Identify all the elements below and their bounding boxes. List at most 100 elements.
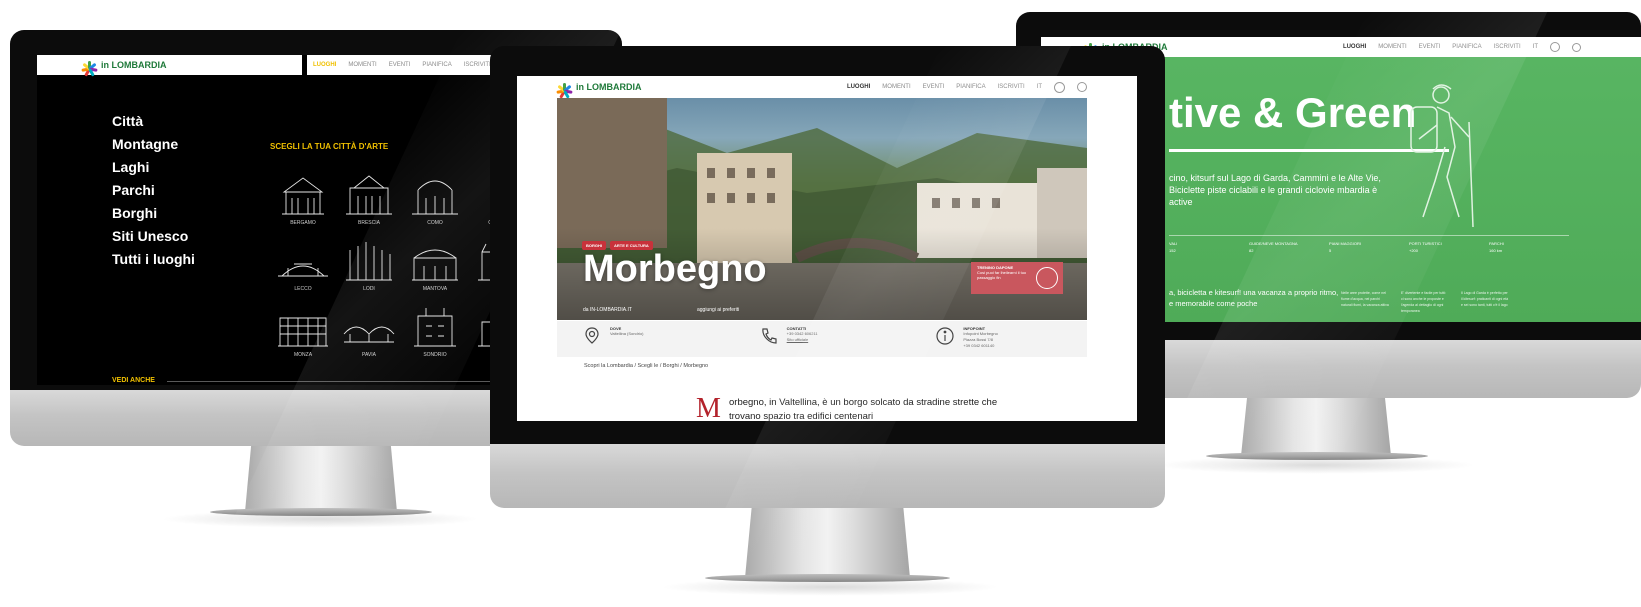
- site-logo[interactable]: in LOMBARDIA: [556, 81, 642, 99]
- city-label: SONDRIO: [423, 352, 447, 358]
- search-icon[interactable]: [1572, 42, 1581, 52]
- monument-icon: [282, 177, 324, 215]
- stat-value: +200: [1409, 248, 1419, 253]
- nav-luoghi[interactable]: LUOGHI: [847, 84, 870, 90]
- art-city-item[interactable]: MONZA: [270, 302, 336, 358]
- nav-pianifica[interactable]: PIANIFICA: [422, 62, 451, 68]
- art-city-item[interactable]: LECCO: [270, 236, 336, 292]
- art-city-item[interactable]: COMO: [402, 170, 468, 226]
- stat-label: VALI: [1169, 241, 1178, 246]
- nav-iscriviti[interactable]: ISCRIVITI: [998, 84, 1025, 90]
- text-column: Il Lago di Garda è perfetto per il kites…: [1461, 291, 1509, 307]
- nav-language[interactable]: IT: [1533, 44, 1538, 50]
- places-menu: Città Montagne Laghi Parchi Borghi Siti …: [112, 110, 195, 271]
- art-cities-heading: SCEGLI LA TUA CITTÀ D'ARTE: [270, 142, 389, 151]
- user-icon[interactable]: [1550, 42, 1560, 52]
- monument-icon: [346, 242, 392, 281]
- info-dove: DOVE Valtellina (Sondrio): [557, 321, 734, 357]
- site-nav: LUOGHI MOMENTI EVENTI PIANIFICA ISCRIVIT…: [1343, 42, 1581, 52]
- menu-item-tutti-i-luoghi[interactable]: Tutti i luoghi: [112, 248, 195, 271]
- nav-pianifica[interactable]: PIANIFICA: [1452, 44, 1481, 50]
- monument-icon: [414, 308, 456, 347]
- city-label: MONZA: [293, 352, 313, 358]
- official-site-link[interactable]: Sito ufficiale: [787, 337, 818, 343]
- nav-iscriviti[interactable]: ISCRIVITI: [464, 62, 491, 68]
- city-label: LODI: [363, 286, 375, 292]
- art-city-item[interactable]: BERGAMO: [270, 170, 336, 226]
- nav-eventi[interactable]: EVENTI: [1419, 44, 1441, 50]
- logo-burst-icon: [556, 81, 573, 99]
- nav-luoghi[interactable]: LUOGHI: [313, 62, 336, 68]
- stats-row: VALI 152 GUIDE/NEVE MONTAGNA 82 PIANI MAGG…: [1169, 235, 1569, 254]
- nav-luoghi[interactable]: LUOGHI: [1343, 44, 1366, 50]
- monument-icon: [412, 249, 458, 281]
- stat-value: 82: [1249, 248, 1254, 253]
- menu-item-citta[interactable]: Città: [112, 110, 195, 133]
- monitor-stand: [1241, 398, 1391, 456]
- city-label: MANTOVA: [422, 286, 448, 292]
- art-city-item[interactable]: BRESCIA: [336, 170, 402, 226]
- site-header: in LOMBARDIA: [37, 55, 302, 77]
- art-city-item[interactable]: MANTOVA: [402, 236, 468, 292]
- site-logo[interactable]: in LOMBARDIA: [81, 59, 167, 77]
- monitor-stand: [245, 446, 397, 512]
- monument-icon: [343, 326, 395, 343]
- article-intro: orbegno, in Valtellina, è un borgo solca…: [729, 397, 998, 421]
- art-city-item[interactable]: LODI: [336, 236, 402, 292]
- secondary-text: a, bicicletta e kitesurf! una vacanza a …: [1169, 288, 1339, 308]
- phone-icon: [762, 328, 777, 344]
- stat-value: 152: [1169, 248, 1176, 253]
- nav-language[interactable]: IT: [1037, 84, 1042, 90]
- menu-item-borghi[interactable]: Borghi: [112, 202, 195, 225]
- nav-momenti[interactable]: MOMENTI: [882, 84, 910, 90]
- site-nav: LUOGHI MOMENTI EVENTI PIANIFICA ISCRIVIT…: [847, 81, 1087, 93]
- stat-item: VALI 152: [1169, 236, 1249, 254]
- monitor-shadow: [160, 510, 480, 528]
- menu-item-laghi[interactable]: Laghi: [112, 156, 195, 179]
- logo-burst-icon: [81, 59, 98, 77]
- monitor-stand: [745, 508, 910, 578]
- art-city-item[interactable]: PAVIA: [336, 302, 402, 358]
- user-icon[interactable]: [1054, 81, 1065, 93]
- intro-text: cino, kitsurf sul Lago di Garda, Cammini…: [1169, 173, 1381, 207]
- monument-icon: [412, 180, 458, 215]
- info-bar: DOVE Valtellina (Sondrio) CONTATTI +39 034…: [557, 321, 1087, 357]
- nav-momenti[interactable]: MOMENTI: [1378, 44, 1406, 50]
- nav-pianifica[interactable]: PIANIFICA: [956, 84, 985, 90]
- menu-item-parchi[interactable]: Parchi: [112, 179, 195, 202]
- info-contatti: CONTATTI +39 0342 606211 Sito ufficiale: [734, 321, 911, 357]
- stat-label: GUIDE/NEVE MONTAGNA: [1249, 241, 1298, 246]
- city-label: BERGAMO: [290, 220, 316, 226]
- stat-item: PARCHI 160 km: [1489, 236, 1569, 254]
- nav-eventi[interactable]: EVENTI: [923, 84, 945, 90]
- menu-item-montagne[interactable]: Montagne: [112, 133, 195, 156]
- info-text: Infopoint Morbegno Piazza Bossi 7/8 +39 …: [963, 331, 998, 348]
- monument-icon: [278, 317, 328, 347]
- add-favorites-link[interactable]: aggiungi ai preferiti: [697, 307, 739, 313]
- site-nav: LUOGHI MOMENTI EVENTI PIANIFICA ISCRIVIT…: [313, 62, 508, 68]
- screen-morbegno: in LOMBARDIA LUOGHI MOMENTI EVENTI PIANI…: [517, 76, 1137, 421]
- train-icon: [1036, 267, 1058, 289]
- nav-iscriviti[interactable]: ISCRIVITI: [1494, 44, 1521, 50]
- menu-item-siti-unesco[interactable]: Siti Unesco: [112, 225, 195, 248]
- stat-label: PIANI MAGGIORI: [1329, 241, 1362, 246]
- page-title: Morbegno: [583, 248, 767, 290]
- site-header: in LOMBARDIA LUOGHI MOMENTI EVENTI PIANI…: [517, 76, 1137, 99]
- stat-label: PARCHI: [1489, 241, 1504, 246]
- logo-text: in LOMBARDIA: [101, 60, 167, 70]
- stat-value: 5: [1329, 248, 1332, 253]
- nav-momenti[interactable]: MOMENTI: [348, 62, 376, 68]
- art-city-item[interactable]: SONDRIO: [402, 302, 468, 358]
- logo-text: in LOMBARDIA: [576, 82, 642, 92]
- city-label: PAVIA: [362, 352, 376, 358]
- nav-eventi[interactable]: EVENTI: [389, 62, 411, 68]
- info-icon: [936, 327, 954, 345]
- map-pin-icon: [585, 327, 599, 344]
- see-also-heading: VEDI ANCHE: [112, 377, 155, 384]
- breadcrumb[interactable]: Scopri la Lombardia / Scegli le / Borghi…: [584, 363, 708, 369]
- search-icon[interactable]: [1077, 82, 1087, 92]
- promo-box[interactable]: TRENINO DAPONE Cosi puoi far lheilearni …: [971, 262, 1063, 294]
- photo-credit: da IN-LOMBARDIA.IT: [583, 307, 632, 313]
- city-label: LECCO: [294, 286, 312, 292]
- monitor-center: in LOMBARDIA LUOGHI MOMENTI EVENTI PIANI…: [490, 46, 1165, 607]
